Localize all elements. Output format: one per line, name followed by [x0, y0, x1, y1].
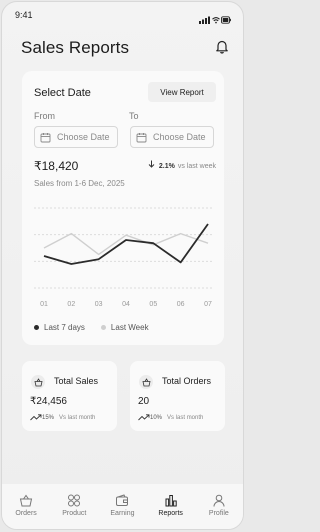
stat-value: 20	[138, 396, 150, 407]
trend-up-icon	[138, 414, 150, 421]
stat-percent: 15%	[42, 414, 55, 421]
bar-chart-icon	[165, 495, 177, 507]
total-sales-card: Total Sales ₹24,456 15% Vs last month	[22, 361, 117, 431]
legend-item: Last Week	[100, 323, 149, 332]
delta-percent: 2.1%	[158, 163, 175, 170]
chart-legend: Last 7 days Last Week	[34, 323, 165, 332]
series-line-1	[43, 232, 209, 256]
stat-change: 15% Vs last month	[30, 414, 95, 421]
legend-label: Last Week	[110, 323, 149, 332]
from-date-placeholder: Choose Date	[57, 132, 110, 142]
x-tick-label: 01	[40, 301, 48, 308]
legend-label: Last 7 days	[44, 323, 85, 332]
date-card: Select Date View Report From To Choose D…	[22, 71, 224, 345]
phone-screen: 9:41 Sales Reports Select Date View Repo…	[1, 1, 244, 530]
basket-icon	[139, 375, 153, 389]
stat-change: 10% Vs last month	[138, 414, 203, 421]
sales-subtitle: Sales from 1-6 Dec, 2025	[34, 179, 125, 188]
status-bar: 9:41	[2, 2, 243, 26]
x-tick-label: 02	[67, 301, 75, 308]
nav-item-profile[interactable]: Profile	[199, 494, 239, 517]
nav-item-reports[interactable]: Reports	[151, 494, 191, 517]
stat-vs: Vs last month	[59, 414, 96, 421]
select-date-title: Select Date	[34, 87, 91, 99]
bell-icon[interactable]	[215, 39, 229, 59]
legend-dot	[34, 325, 39, 330]
user-icon	[213, 494, 225, 507]
to-date-field[interactable]: Choose Date	[130, 126, 214, 148]
x-tick-label: 07	[204, 301, 212, 308]
wallet-icon	[116, 494, 129, 506]
nav-label: Profile	[208, 510, 229, 517]
series-line-0	[43, 223, 209, 265]
basket-icon	[19, 494, 33, 507]
sales-delta: 2.1% vs last week	[148, 160, 216, 170]
status-time: 9:41	[15, 10, 33, 20]
legend-item: Last 7 days	[34, 323, 85, 332]
nav-item-product[interactable]: Product	[54, 494, 94, 517]
x-tick-label: 05	[149, 301, 157, 308]
stat-percent: 10%	[150, 414, 163, 421]
nav-item-orders[interactable]: Orders	[6, 494, 46, 517]
signal-icon	[199, 16, 210, 24]
x-tick-label: 06	[177, 301, 185, 308]
calendar-icon	[136, 132, 147, 142]
nav-item-earning[interactable]: Earning	[102, 494, 142, 517]
from-date-field[interactable]: Choose Date	[34, 126, 118, 148]
bottom-nav: Orders Product Earning Reports Profile	[2, 484, 243, 529]
page-title: Sales Reports	[21, 38, 130, 57]
nav-label: Earning	[110, 510, 135, 517]
total-orders-card: Total Orders 20 10% Vs last month	[130, 361, 225, 431]
basket-icon	[31, 375, 45, 389]
battery-icon	[221, 16, 231, 24]
nav-label: Orders	[15, 510, 37, 517]
nav-label: Product	[62, 510, 87, 517]
stat-vs: Vs last month	[167, 414, 204, 421]
view-report-button[interactable]: View Report	[148, 82, 216, 102]
x-tick-label: 03	[95, 301, 103, 308]
calendar-icon	[40, 132, 51, 142]
stat-value: ₹24,456	[30, 396, 67, 407]
to-date-placeholder: Choose Date	[153, 132, 206, 142]
delta-text: vs last week	[177, 163, 216, 170]
x-tick-label: 04	[122, 301, 130, 308]
trend-up-icon	[30, 414, 42, 421]
from-label: From	[34, 111, 55, 121]
legend-dot	[100, 325, 106, 330]
to-label: To	[129, 111, 139, 121]
sales-line-chart: 01 02 03 04 05 06 07	[34, 207, 214, 308]
wifi-icon	[212, 17, 220, 24]
stat-title: Total Sales	[54, 376, 99, 386]
grid-icon	[68, 494, 81, 507]
status-icons	[199, 11, 231, 29]
arrow-down-icon	[148, 160, 155, 168]
stat-title: Total Orders	[162, 376, 212, 386]
sales-amount: ₹18,420	[34, 159, 79, 173]
nav-label: Reports	[158, 510, 183, 517]
